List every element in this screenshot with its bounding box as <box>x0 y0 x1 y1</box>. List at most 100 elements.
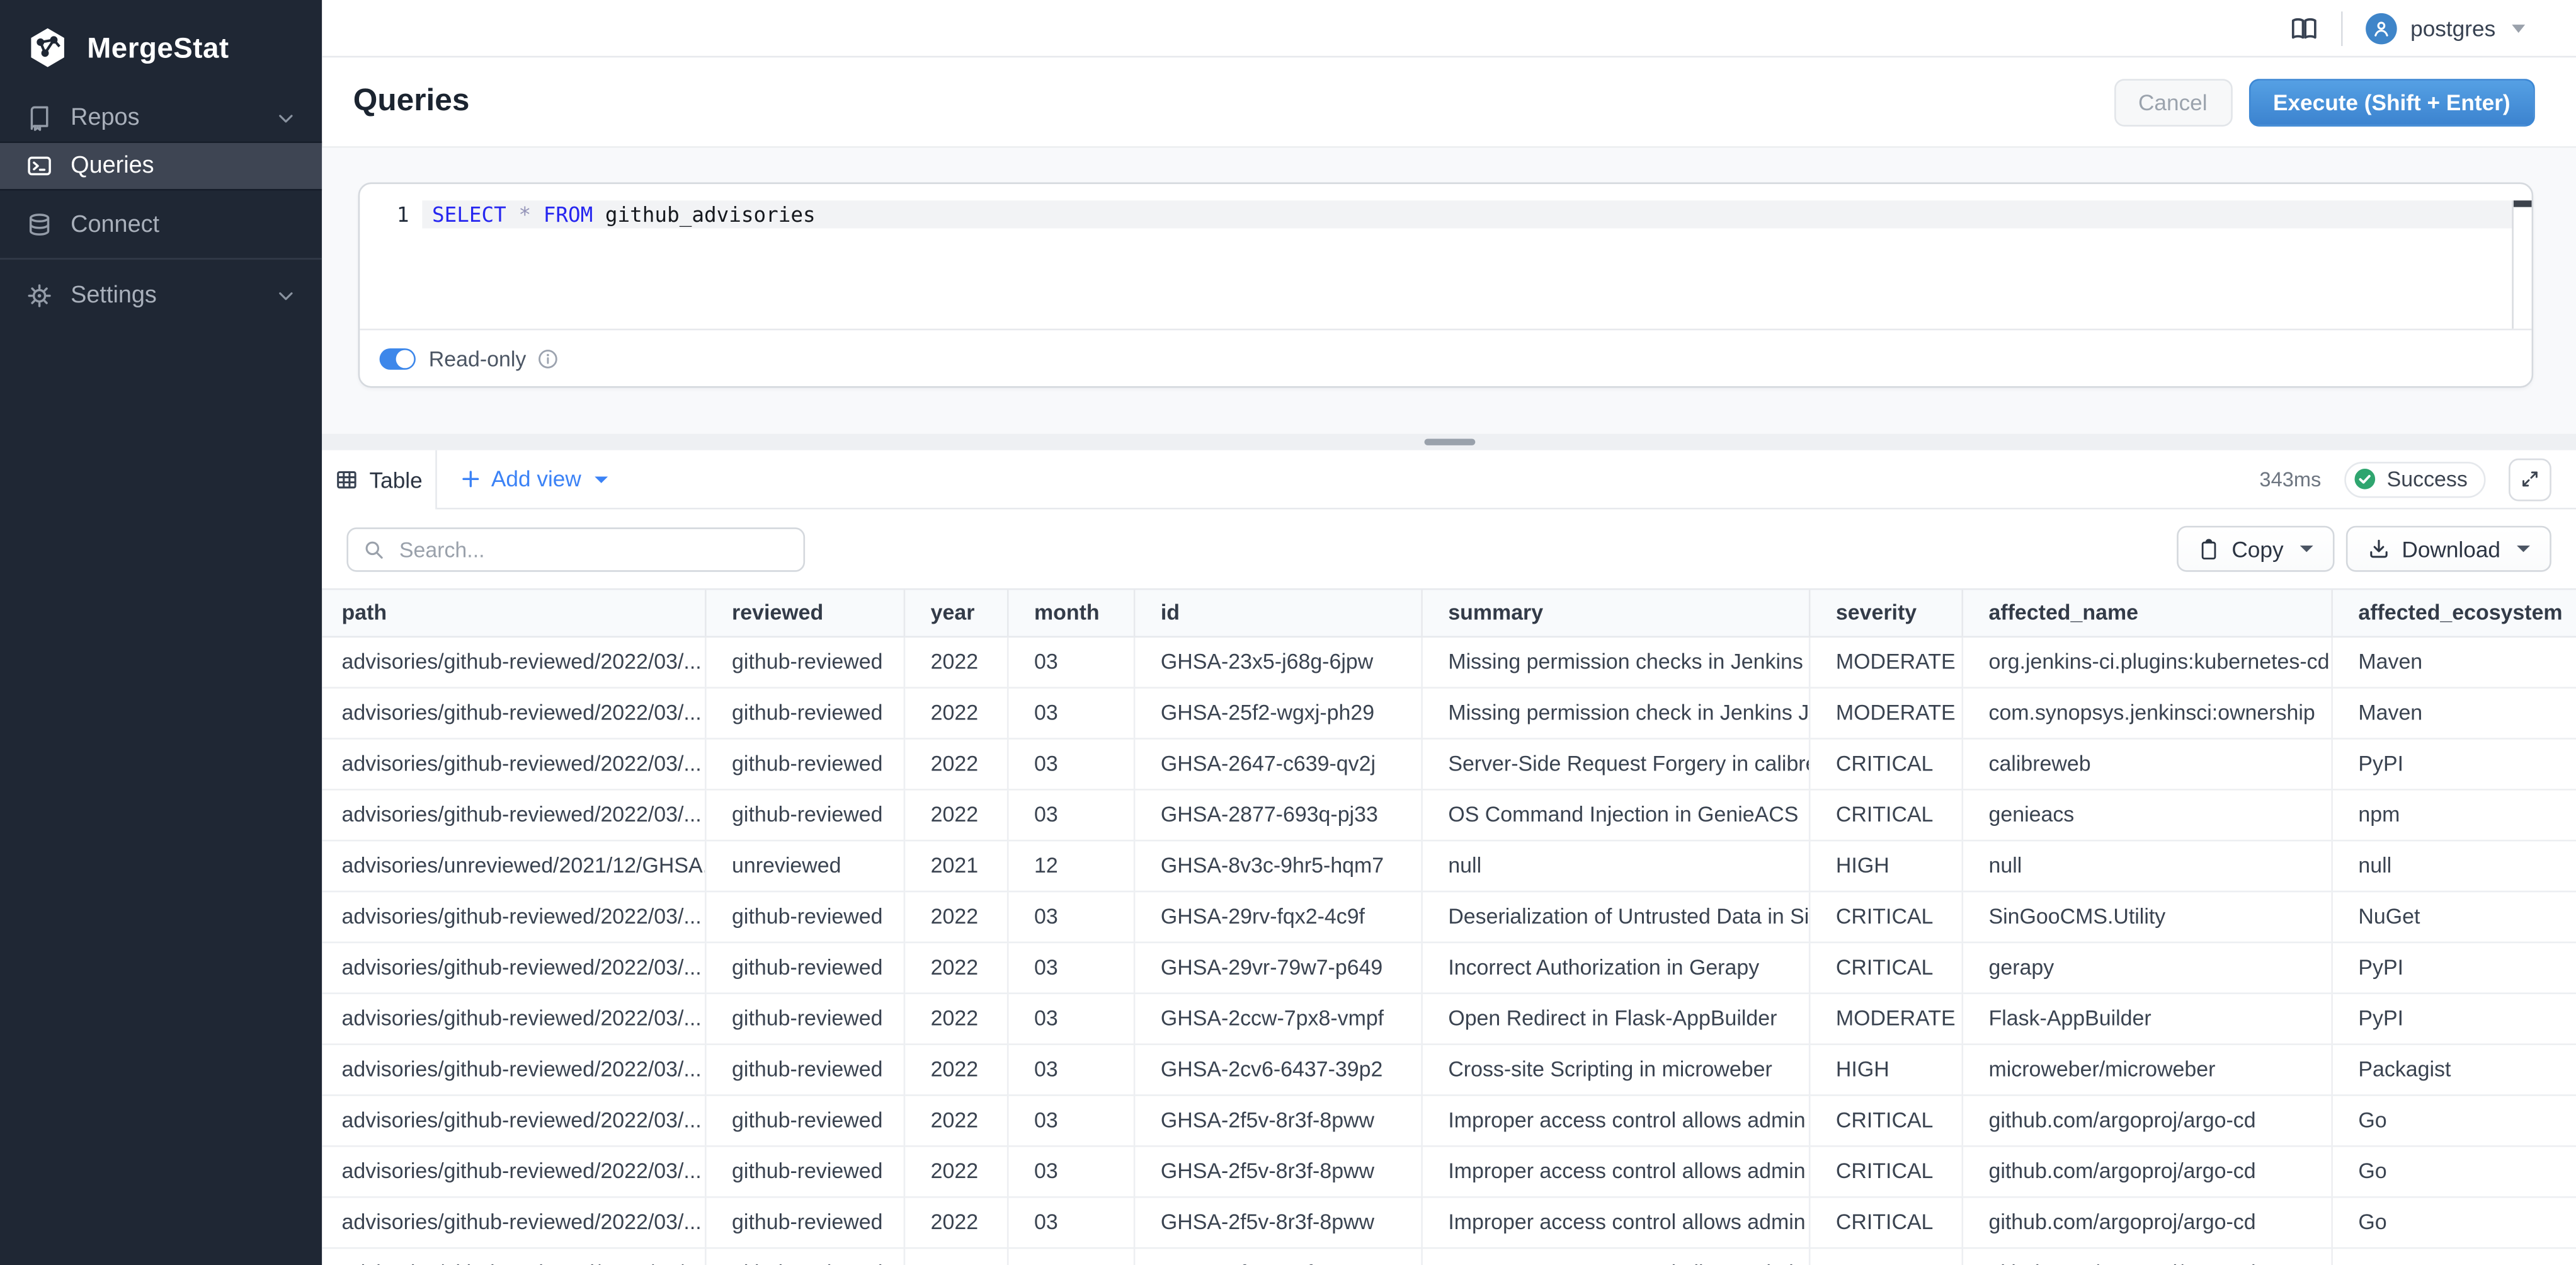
sidebar-item-settings[interactable]: Settings <box>0 273 322 319</box>
column-header-affected_name[interactable]: affected_name <box>1961 590 2331 636</box>
column-header-affected_ecosystem[interactable]: affected_ecosystem <box>2331 590 2576 636</box>
column-header-year[interactable]: year <box>904 590 1007 636</box>
sidebar-item-connect[interactable]: Connect <box>0 202 322 248</box>
table-cell: GHSA-2f5v-8r3f-8pww <box>1134 1196 1421 1247</box>
user-menu-caret-icon[interactable] <box>2512 24 2525 32</box>
copy-button[interactable]: Copy <box>2177 526 2334 572</box>
table-cell: OS Command Injection in GenieACS <box>1421 789 1809 840</box>
table-cell: calibreweb <box>1961 738 2331 789</box>
current-user-label[interactable]: postgres <box>2410 16 2495 40</box>
column-header-month[interactable]: month <box>1007 590 1134 636</box>
table-cell: 12 <box>1007 840 1134 891</box>
expand-results-button[interactable] <box>2509 457 2551 500</box>
table-row[interactable]: advisories/github-reviewed/2022/03/...gi… <box>322 992 2576 1043</box>
toolbar-right-region: Add view 343ms Success <box>437 450 2576 510</box>
search-box[interactable] <box>346 527 805 571</box>
table-cell: 03 <box>1007 1145 1134 1196</box>
table-cell: github-reviewed <box>705 1043 904 1094</box>
code-line[interactable]: SELECT * FROM github_advisories <box>432 200 816 228</box>
table-cell: github.com/argoproj/argo-cd <box>1961 1094 2331 1145</box>
sidebar-item-queries[interactable]: Queries <box>0 141 322 190</box>
table-cell: 2022 <box>904 738 1007 789</box>
table-row[interactable]: advisories/github-reviewed/2022/03/...gi… <box>322 1196 2576 1247</box>
editor-scroll-gutter-line <box>2512 200 2514 328</box>
table-row[interactable]: advisories/github-reviewed/2022/03/...gi… <box>322 1043 2576 1094</box>
search-input[interactable] <box>396 535 789 563</box>
editor-scrollbar-thumb[interactable] <box>2514 200 2532 207</box>
table-cell: 03 <box>1007 789 1134 840</box>
column-header-path[interactable]: path <box>322 590 705 636</box>
docs-book-icon[interactable] <box>2291 14 2318 42</box>
sql-token-keyword: FROM <box>544 202 593 227</box>
code-area[interactable]: 1 SELECT * FROM github_advisories <box>360 184 2531 329</box>
brand-logo[interactable]: MergeStat <box>0 0 322 74</box>
table-cell: genieacs <box>1961 789 2331 840</box>
table-cell: 03 <box>1007 992 1134 1043</box>
table-cell: GHSA-29rv-fqx2-4c9f <box>1134 891 1421 942</box>
table-cell: Cross-site Scripting in microweber <box>1421 1043 1809 1094</box>
table-cell: microweber/microweber <box>1961 1043 2331 1094</box>
table-row[interactable]: advisories/github-reviewed/2022/03/...gi… <box>322 942 2576 993</box>
table-row[interactable]: advisories/github-reviewed/2022/03/...gi… <box>322 1145 2576 1196</box>
chevron-down-icon <box>276 286 295 306</box>
table-cell: SinGooCMS.Utility <box>1961 891 2331 942</box>
page-header: Queries Cancel Execute (Shift + Enter) <box>322 57 2576 147</box>
table-body: advisories/github-reviewed/2022/03/...gi… <box>322 636 2576 1265</box>
table-cell: 2022 <box>904 992 1007 1043</box>
table-cell: Go <box>2331 1094 2576 1145</box>
brand-name: MergeStat <box>87 30 229 65</box>
clipboard-icon <box>2199 538 2220 559</box>
download-button[interactable]: Download <box>2346 526 2551 572</box>
table-cell: org.jenkins-ci.plugins:kubernetes-cd <box>1961 636 2331 687</box>
table-cell: Improper access control allows admin ... <box>1421 1145 1809 1196</box>
table-row[interactable]: advisories/github-reviewed/2022/03/...gi… <box>322 1094 2576 1145</box>
column-header-severity[interactable]: severity <box>1809 590 1962 636</box>
table-cell: 03 <box>1007 687 1134 738</box>
table-cell: github-reviewed <box>705 1247 904 1265</box>
table-cell: github.com/argoproj/argo-cd <box>1961 1145 2331 1196</box>
sql-editor[interactable]: 1 SELECT * FROM github_advisories Read-o… <box>358 183 2534 388</box>
table-row[interactable]: advisories/github-reviewed/2022/03/...gi… <box>322 789 2576 840</box>
sidebar: MergeStat Repos <box>0 0 322 1265</box>
column-header-id[interactable]: id <box>1134 590 1421 636</box>
column-header-reviewed[interactable]: reviewed <box>705 590 904 636</box>
pane-splitter <box>322 434 2576 450</box>
execute-button[interactable]: Execute (Shift + Enter) <box>2248 78 2535 126</box>
table-cell: GHSA-2f5v-8r3f-8pww <box>1134 1247 1421 1265</box>
table-cell: Maven <box>2331 636 2576 687</box>
table-cell: CRITICAL <box>1809 738 1962 789</box>
chevron-down-icon <box>276 108 295 128</box>
table-cell: GHSA-8v3c-9hr5-hqm7 <box>1134 840 1421 891</box>
readonly-toggle[interactable] <box>380 348 416 370</box>
results-table-container[interactable]: pathreviewedyearmonthidsummaryseverityaf… <box>322 588 2576 1265</box>
table-row[interactable]: advisories/github-reviewed/2022/03/...gi… <box>322 738 2576 789</box>
add-view-button[interactable]: Add view <box>460 467 607 491</box>
table-row[interactable]: advisories/unreviewed/2021/12/GHSA...unr… <box>322 840 2576 891</box>
table-cell: Missing permission check in Jenkins Jo..… <box>1421 687 1809 738</box>
table-cell: advisories/github-reviewed/2022/03/... <box>322 1247 705 1265</box>
splitter-drag-handle-icon[interactable] <box>1423 439 1474 445</box>
tab-table[interactable]: Table <box>322 450 437 510</box>
sidebar-item-label: Repos <box>71 105 258 132</box>
table-row[interactable]: advisories/github-reviewed/2022/03/...gi… <box>322 1247 2576 1265</box>
table-row[interactable]: advisories/github-reviewed/2022/03/...gi… <box>322 636 2576 687</box>
sql-token-keyword: SELECT <box>432 202 506 227</box>
column-header-summary[interactable]: summary <box>1421 590 1809 636</box>
cancel-button[interactable]: Cancel <box>2114 78 2232 126</box>
table-cell: GHSA-2647-c639-qv2j <box>1134 738 1421 789</box>
table-cell: 03 <box>1007 1247 1134 1265</box>
user-avatar[interactable] <box>2366 13 2398 44</box>
table-cell: 2022 <box>904 1145 1007 1196</box>
table-cell: advisories/github-reviewed/2022/03/... <box>322 1196 705 1247</box>
sidebar-item-repos[interactable]: Repos <box>0 95 322 141</box>
table-cell: CRITICAL <box>1809 1145 1962 1196</box>
info-icon[interactable] <box>538 348 559 370</box>
table-row[interactable]: advisories/github-reviewed/2022/03/...gi… <box>322 687 2576 738</box>
table-row[interactable]: advisories/github-reviewed/2022/03/...gi… <box>322 891 2576 942</box>
table-actions-row: Copy Download <box>322 510 2576 588</box>
table-cell: Open Redirect in Flask-AppBuilder <box>1421 992 1809 1043</box>
table-cell: PyPI <box>2331 992 2576 1043</box>
download-icon <box>2368 537 2391 561</box>
table-cell: 03 <box>1007 942 1134 993</box>
table-cell: 2021 <box>904 840 1007 891</box>
